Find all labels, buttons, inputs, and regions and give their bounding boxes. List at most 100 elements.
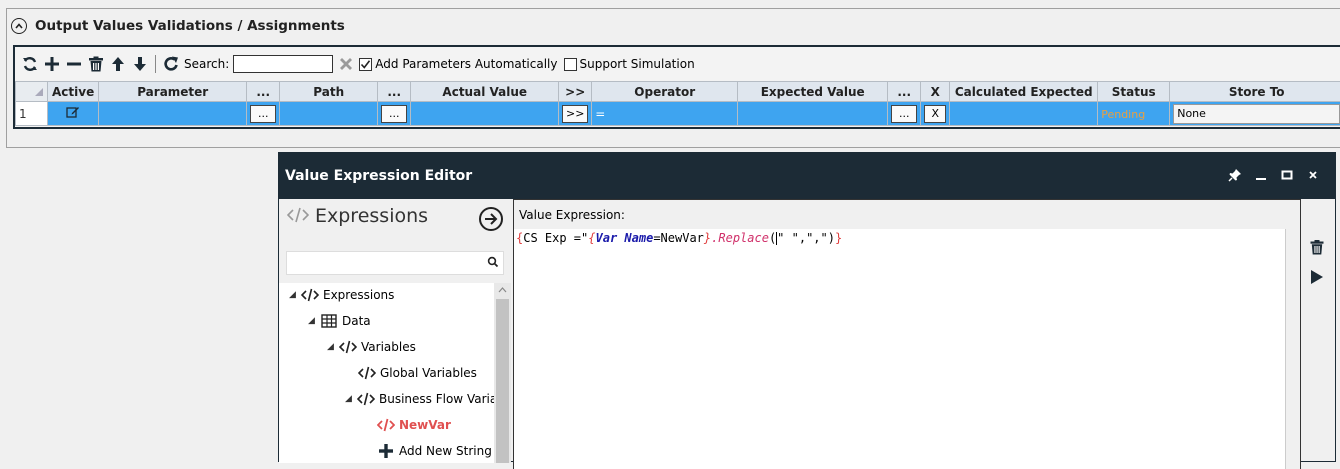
tree-item-global-variables[interactable]: Global Variables bbox=[358, 363, 477, 383]
expr-paren-open: ( bbox=[769, 231, 776, 245]
tree-scrollbar[interactable] bbox=[494, 283, 511, 463]
actual-value-cell[interactable] bbox=[411, 102, 559, 126]
trash-icon[interactable] bbox=[1307, 237, 1327, 257]
expressions-title: Expressions bbox=[315, 205, 428, 227]
output-values-grid: Active Parameter ... Path ... Actual Val… bbox=[15, 81, 1340, 126]
scroll-up-icon[interactable] bbox=[494, 283, 511, 297]
expression-editor[interactable]: {CS Exp ="{Var Name=NewVar}.Replace(" ",… bbox=[513, 229, 1285, 469]
expr-name-keyword: Name bbox=[624, 231, 653, 245]
clear-expected-button[interactable]: X bbox=[924, 105, 946, 123]
expr-close-brace: } bbox=[835, 231, 842, 245]
section-header[interactable]: Output Values Validations / Assignments bbox=[11, 16, 345, 36]
path-browse-button[interactable]: ... bbox=[381, 105, 407, 123]
col-header-active[interactable]: Active bbox=[48, 82, 99, 102]
col-header-store-to[interactable]: Store To bbox=[1170, 82, 1340, 102]
chevron-up-icon[interactable] bbox=[11, 18, 27, 34]
dialog-title-bar[interactable]: Value Expression Editor bbox=[279, 153, 1335, 199]
expr-name-value: =NewVar bbox=[653, 231, 704, 245]
tree-search-input[interactable] bbox=[286, 251, 504, 275]
expand-arrow-icon[interactable]: ◢ bbox=[327, 342, 339, 352]
parameter-cell[interactable] bbox=[99, 102, 247, 126]
copy-actual-button[interactable]: >> bbox=[562, 105, 588, 123]
col-header-operator[interactable]: Operator bbox=[592, 82, 738, 102]
tree-item-label: Data bbox=[342, 314, 371, 328]
pin-icon[interactable] bbox=[1227, 167, 1243, 183]
col-header-parameter[interactable]: Parameter bbox=[99, 82, 247, 102]
tree-item-variables[interactable]: ◢ Variables bbox=[327, 337, 416, 357]
path-cell[interactable] bbox=[280, 102, 378, 126]
store-to-select[interactable]: None bbox=[1173, 104, 1340, 124]
expected-browse-button[interactable]: ... bbox=[891, 105, 917, 123]
remove-icon[interactable] bbox=[63, 53, 85, 75]
status-badge: Pending bbox=[1101, 108, 1145, 121]
col-header-expected-browse[interactable]: ... bbox=[888, 82, 921, 102]
expected-value-cell[interactable] bbox=[738, 102, 888, 126]
tree-item-add-new-string-variable[interactable]: Add New String V bbox=[377, 441, 494, 461]
col-header-path[interactable]: Path bbox=[280, 82, 378, 102]
reload-icon[interactable] bbox=[160, 53, 182, 75]
status-cell: Pending bbox=[1098, 102, 1170, 126]
maximize-icon[interactable] bbox=[1279, 167, 1295, 183]
support-simulation-label: Support Simulation bbox=[580, 57, 695, 71]
expand-arrow-icon[interactable]: ◢ bbox=[308, 316, 320, 326]
code-icon bbox=[357, 392, 375, 406]
parameter-browse-button[interactable]: ... bbox=[250, 105, 276, 123]
tree-scrollbar-thumb[interactable] bbox=[496, 299, 509, 463]
tree-item-label: Expressions bbox=[323, 288, 394, 302]
active-cell[interactable] bbox=[48, 102, 99, 126]
play-icon[interactable] bbox=[1307, 267, 1327, 287]
search-icon[interactable] bbox=[487, 256, 499, 271]
grid-container: Search: Add Parameters Automatically Sup… bbox=[13, 45, 1340, 129]
expr-args: " ",",") bbox=[777, 231, 835, 245]
col-header-actual-value[interactable]: Actual Value bbox=[411, 82, 559, 102]
edit-icon[interactable] bbox=[66, 108, 80, 122]
arrow-right-icon[interactable] bbox=[479, 207, 503, 231]
grid-corner bbox=[16, 82, 48, 102]
tree-item-label: Variables bbox=[361, 340, 416, 354]
search-input[interactable] bbox=[233, 55, 333, 73]
expressions-pane: Expressions ◢ Expressions ◢ bbox=[279, 199, 511, 463]
col-header-copy-actual[interactable]: >> bbox=[559, 82, 592, 102]
col-header-path-browse[interactable]: ... bbox=[378, 82, 411, 102]
add-parameters-checkbox[interactable]: Add Parameters Automatically bbox=[359, 57, 561, 71]
tree-item-label: Business Flow Variabl bbox=[379, 392, 494, 406]
move-down-icon[interactable] bbox=[129, 53, 151, 75]
table-row[interactable]: 1 ... ... >> = ... X bbox=[16, 102, 1340, 126]
col-header-expected-value[interactable]: Expected Value bbox=[738, 82, 888, 102]
support-simulation-checkbox[interactable]: Support Simulation bbox=[564, 57, 699, 71]
toolbar-separator bbox=[155, 55, 156, 73]
add-icon[interactable] bbox=[41, 53, 63, 75]
tree-item-expressions[interactable]: ◢ Expressions bbox=[289, 285, 394, 305]
minimize-icon[interactable] bbox=[1253, 167, 1269, 183]
store-to-cell: None bbox=[1170, 102, 1340, 126]
code-icon bbox=[377, 418, 395, 432]
tree-item-business-flow-variables[interactable]: ◢ Business Flow Variabl bbox=[345, 389, 494, 409]
trash-icon[interactable] bbox=[85, 53, 107, 75]
tree-item-newvar[interactable]: NewVar bbox=[377, 415, 451, 435]
col-header-clear[interactable]: X bbox=[921, 82, 950, 102]
operator-cell[interactable]: = bbox=[592, 102, 738, 126]
tree-item-data[interactable]: ◢ Data bbox=[308, 311, 371, 331]
expand-arrow-icon[interactable]: ◢ bbox=[289, 290, 301, 300]
move-up-icon[interactable] bbox=[107, 53, 129, 75]
checkbox-unchecked-icon[interactable] bbox=[564, 58, 577, 71]
tree-item-label: Global Variables bbox=[380, 366, 477, 380]
expr-var-open-brace: { bbox=[588, 231, 595, 245]
output-values-section: Output Values Validations / Assignments bbox=[6, 8, 1340, 148]
table-icon bbox=[320, 314, 338, 328]
col-header-calculated-expected[interactable]: Calculated Expected bbox=[950, 82, 1098, 102]
col-header-parameter-browse[interactable]: ... bbox=[247, 82, 280, 102]
col-header-status[interactable]: Status bbox=[1098, 82, 1170, 102]
expected-browse-cell: ... bbox=[888, 102, 921, 126]
tree-item-label: Add New String V bbox=[399, 444, 494, 458]
checkbox-checked-icon[interactable] bbox=[359, 58, 372, 71]
editor-scrollbar[interactable] bbox=[1285, 229, 1301, 469]
refresh-icon[interactable] bbox=[19, 53, 41, 75]
expand-arrow-icon[interactable]: ◢ bbox=[345, 394, 357, 404]
expression-tree: ◢ Expressions ◢ Data ◢ Variables bbox=[279, 283, 494, 463]
tree-item-label: NewVar bbox=[399, 418, 451, 432]
close-icon[interactable] bbox=[1305, 167, 1321, 183]
clear-search-icon[interactable] bbox=[335, 53, 357, 75]
add-parameters-label: Add Parameters Automatically bbox=[375, 57, 557, 71]
dialog-controls bbox=[1227, 167, 1321, 183]
